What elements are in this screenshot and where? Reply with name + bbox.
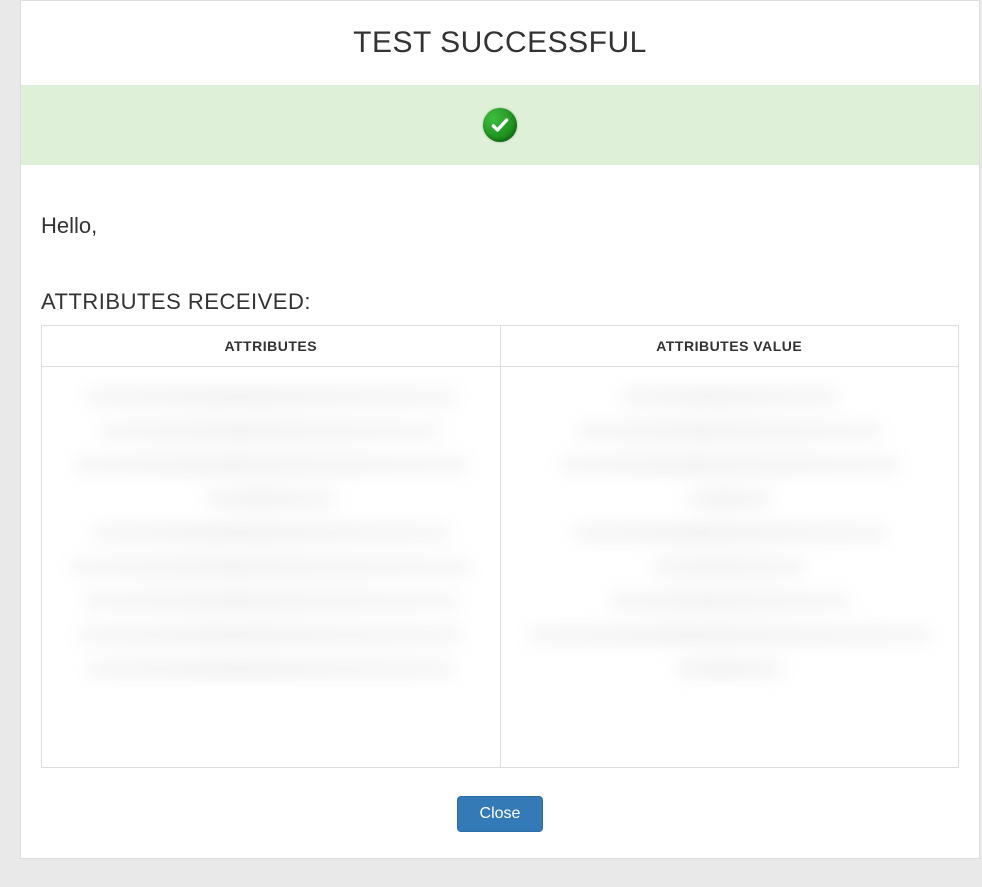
redacted-content [511, 377, 949, 767]
column-header-attributes-value: ATTRIBUTES VALUE [500, 326, 959, 367]
table-row [42, 367, 959, 768]
redacted-content [52, 377, 490, 767]
attributes-cell [42, 367, 501, 768]
success-check-icon [483, 108, 517, 142]
attributes-value-cell [500, 367, 959, 768]
dialog-body: Hello, ATTRIBUTES RECEIVED: ATTRIBUTES A… [21, 165, 979, 778]
dialog-footer: Close [21, 778, 979, 858]
success-banner [21, 85, 979, 165]
greeting-text: Hello, [41, 213, 959, 239]
attributes-table: ATTRIBUTES ATTRIBUTES VALUE [41, 325, 959, 768]
attributes-heading: ATTRIBUTES RECEIVED: [41, 289, 959, 315]
result-panel: TEST SUCCESSFUL Hello, ATTRIBUTES RECEIV… [20, 0, 980, 859]
column-header-attributes: ATTRIBUTES [42, 326, 501, 367]
dialog-viewport[interactable]: TEST SUCCESSFUL Hello, ATTRIBUTES RECEIV… [0, 0, 982, 887]
close-button[interactable]: Close [457, 796, 544, 832]
dialog-title: TEST SUCCESSFUL [21, 26, 979, 60]
